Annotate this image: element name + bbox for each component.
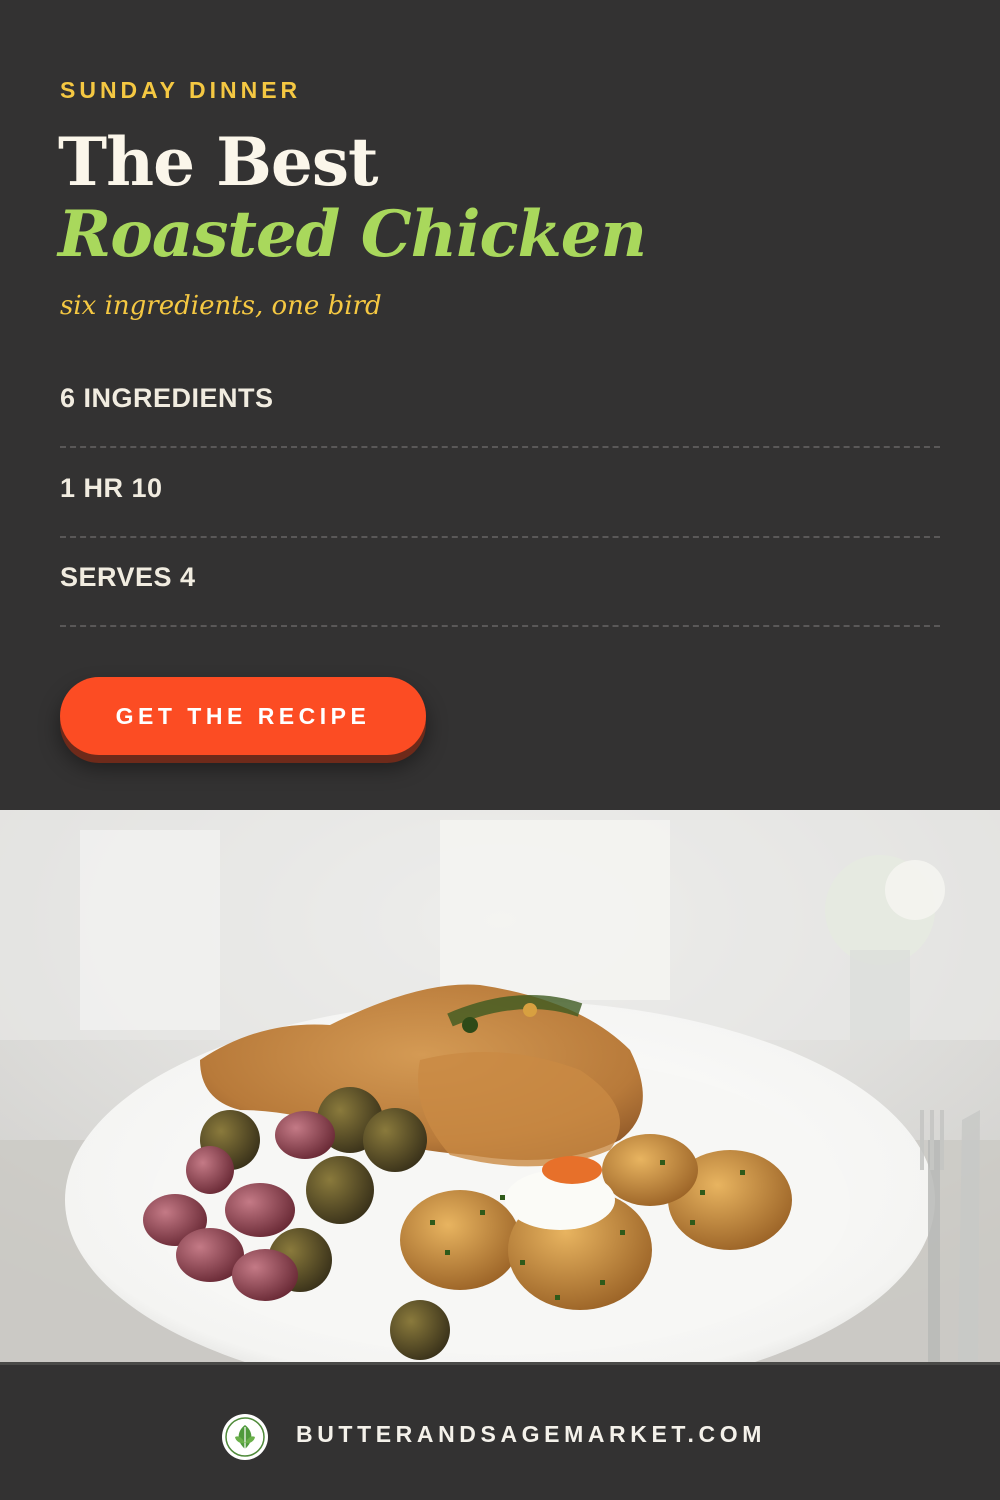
food-photo [0, 810, 1000, 1362]
tagline: six ingredients, one bird [60, 291, 382, 321]
sage-leaf-logo-icon [222, 1414, 268, 1460]
stat-serves: SERVES 4 [60, 537, 940, 627]
stat-ingredients: 6 INGREDIENTS [60, 358, 940, 448]
stat-label: SERVES 4 [60, 562, 196, 592]
footer: BUTTERANDSAGEMARKET.COM [0, 1362, 1000, 1500]
title-line-1: The Best [58, 123, 378, 201]
site-url[interactable]: BUTTERANDSAGEMARKET.COM [296, 1419, 766, 1449]
roasted-chicken-plate-photo [0, 810, 1000, 1362]
stat-label: 6 INGREDIENTS [60, 383, 274, 413]
stat-label: 1 HR 10 [60, 473, 163, 503]
hero-panel: SUNDAY DINNER The Best Roasted Chicken s… [0, 0, 1000, 810]
get-recipe-button[interactable]: GET THE RECIPE [60, 677, 426, 755]
title-line-2: Roasted Chicken [58, 197, 647, 272]
stat-time: 1 HR 10 [60, 448, 940, 538]
eyebrow-label: SUNDAY DINNER [60, 77, 302, 103]
get-recipe-button-label: GET THE RECIPE [115, 702, 371, 729]
